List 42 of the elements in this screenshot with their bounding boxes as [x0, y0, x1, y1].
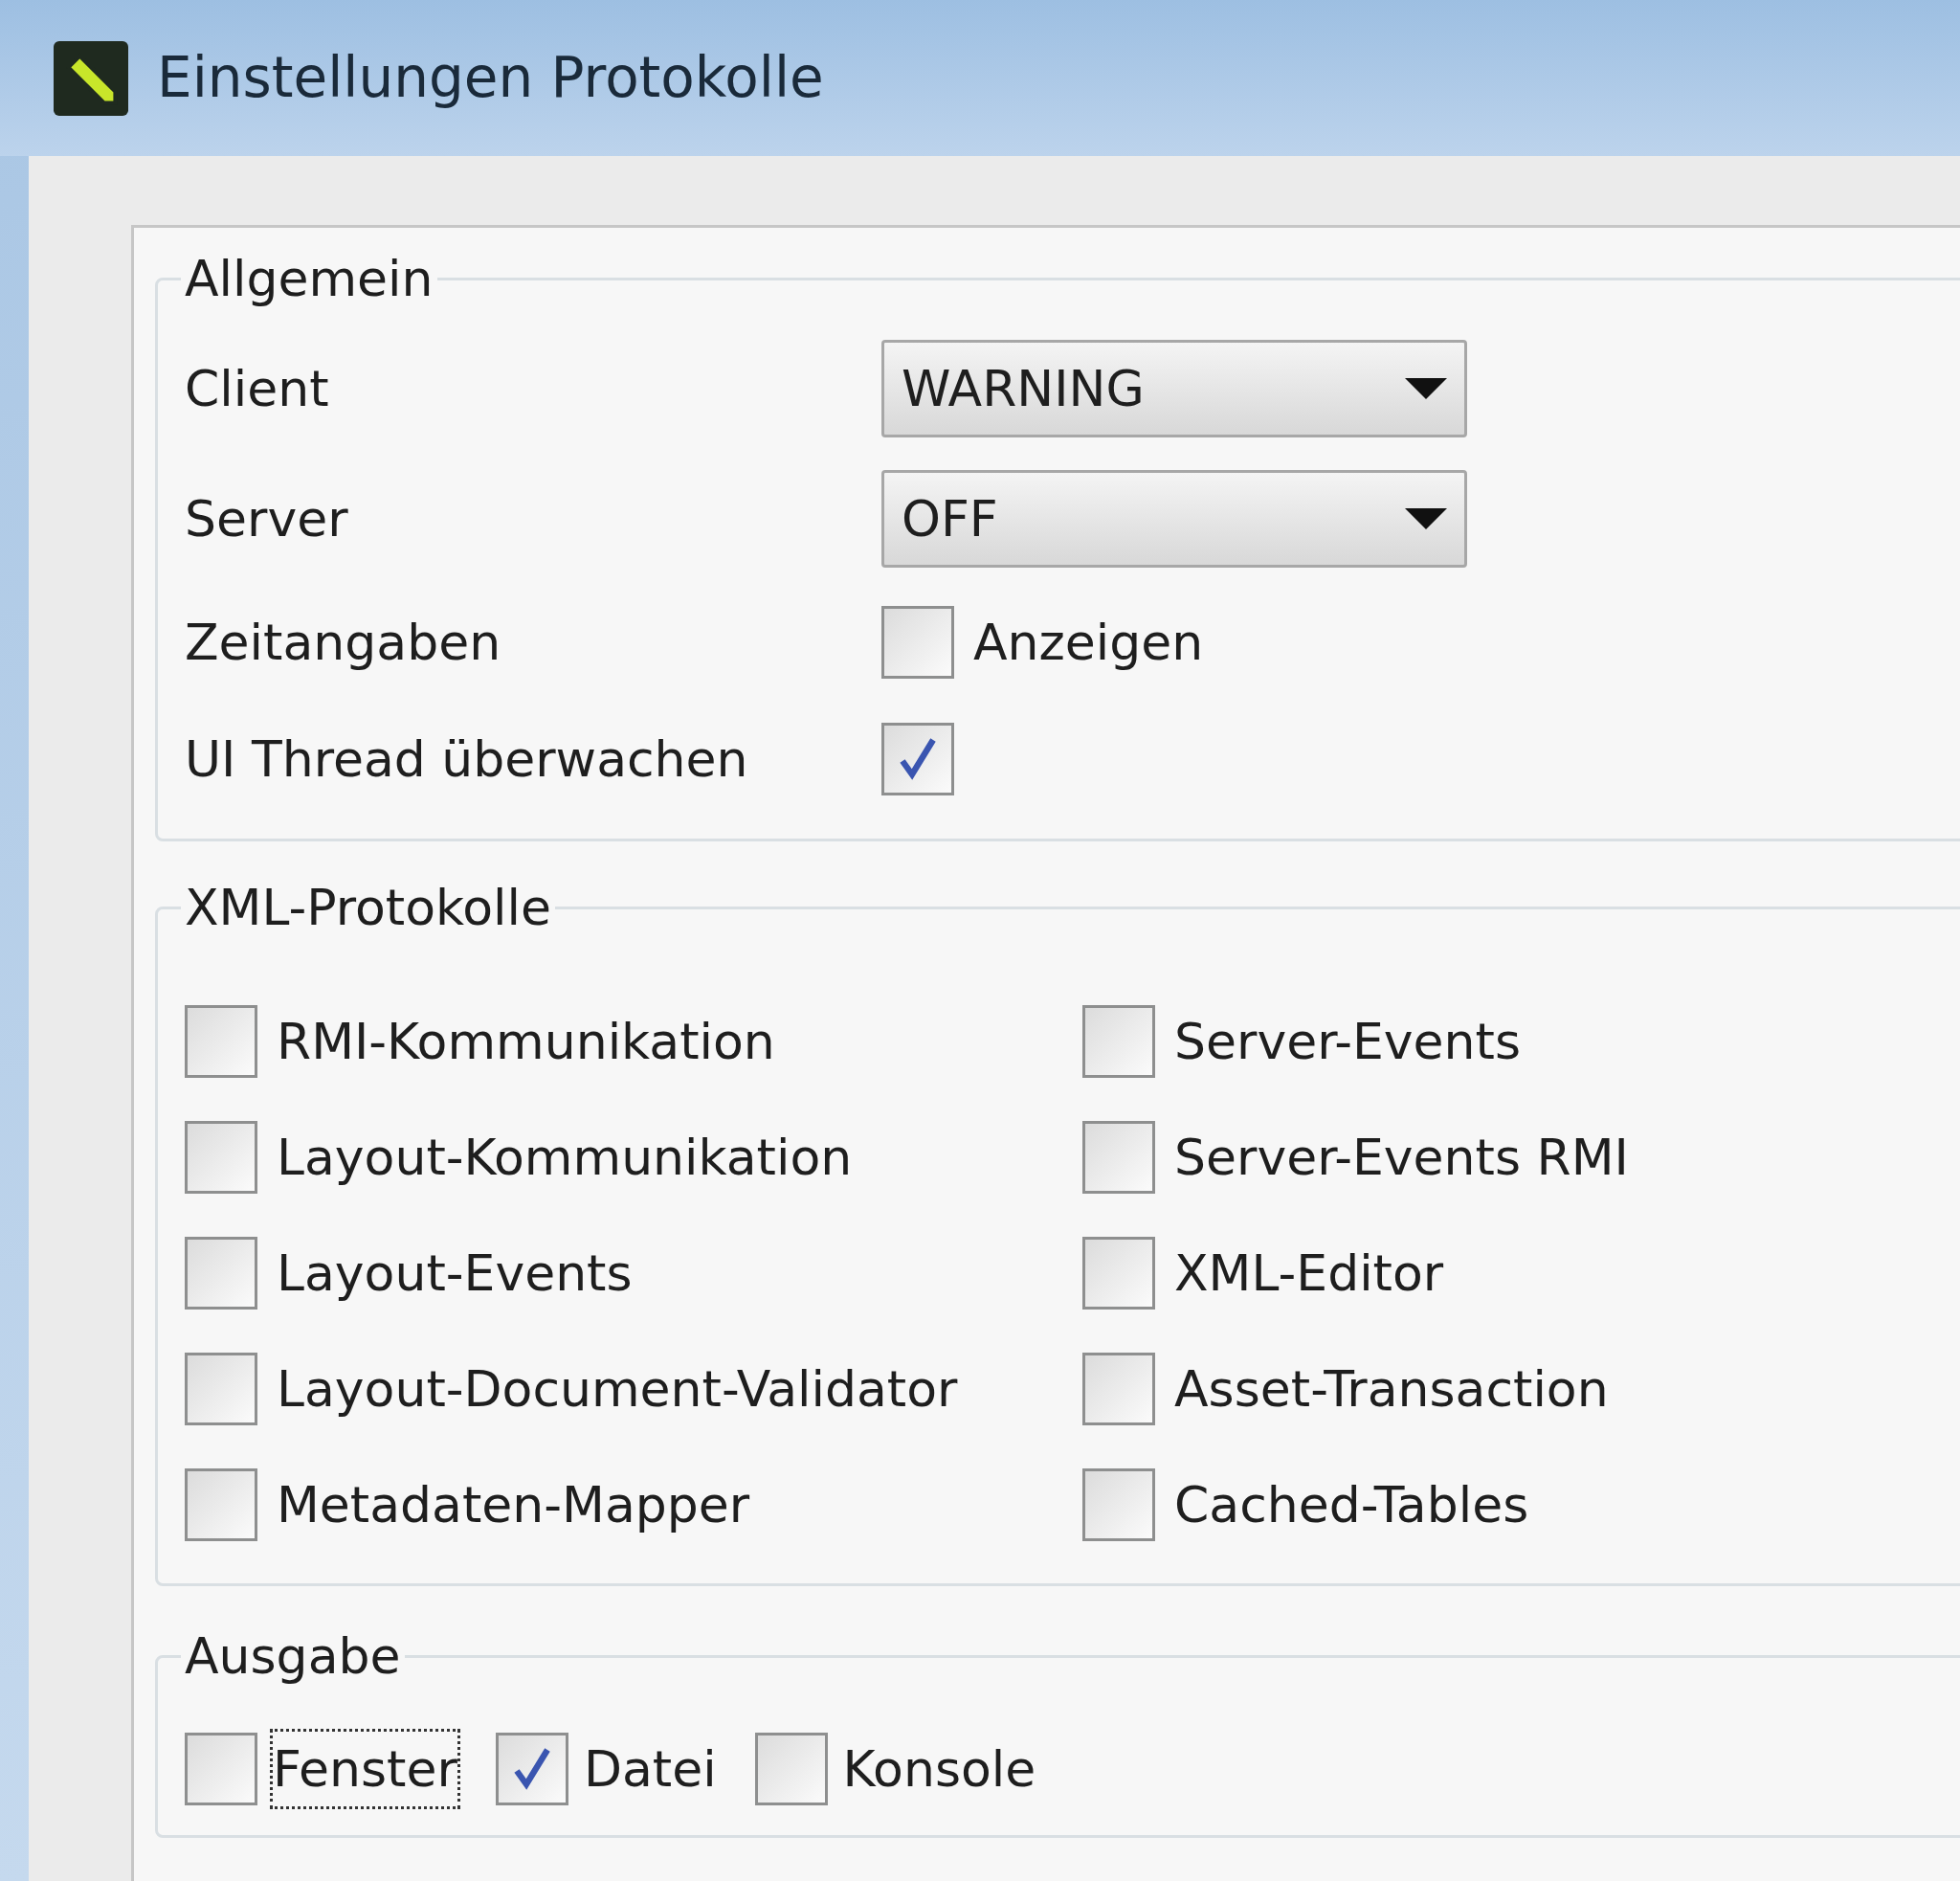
- checkbox[interactable]: [1082, 1004, 1155, 1078]
- checkbox-label: Konsole: [842, 1739, 1036, 1800]
- field-label: Server: [185, 489, 349, 549]
- checkbox[interactable]: [881, 723, 954, 795]
- checkbox-label: Asset-Transaction: [1174, 1358, 1609, 1420]
- group-legend: XML-Protokolle: [181, 870, 555, 945]
- caret-icon: [1405, 508, 1447, 529]
- checkbox-label: Server-Events RMI: [1174, 1127, 1629, 1188]
- field-label: UI Thread überwachen: [185, 729, 749, 790]
- window-title: Einstellungen Protokolle: [157, 44, 824, 112]
- checkbox-label: Layout-Kommunikation: [277, 1127, 853, 1188]
- dropdown[interactable]: OFF: [881, 470, 1467, 568]
- checkbox-label: Cached-Tables: [1174, 1474, 1529, 1535]
- checkbox[interactable]: [1082, 1120, 1155, 1194]
- checkbox[interactable]: [185, 1352, 257, 1425]
- field-label: Zeitangaben: [185, 613, 502, 673]
- pencil-icon: [54, 40, 128, 116]
- checkbox[interactable]: [1082, 1236, 1155, 1310]
- checkbox-label: Metadaten-Mapper: [277, 1474, 750, 1535]
- group-legend: Ausgabe: [181, 1619, 405, 1693]
- group-legend: Allgemein: [181, 241, 437, 316]
- checkbox-label: Layout-Document-Validator: [277, 1358, 958, 1420]
- checkbox[interactable]: [185, 1733, 257, 1805]
- checkbox-label: RMI-Kommunikation: [277, 1011, 775, 1072]
- checkbox[interactable]: [1082, 1352, 1155, 1425]
- checkbox[interactable]: [185, 1236, 257, 1310]
- checkbox[interactable]: [495, 1733, 568, 1805]
- checkbox[interactable]: [881, 606, 954, 679]
- caret-icon: [1405, 378, 1447, 399]
- checkbox[interactable]: [185, 1120, 257, 1194]
- checkbox-label: Layout-Events: [277, 1243, 633, 1304]
- checkbox[interactable]: [185, 1467, 257, 1541]
- checkbox-label: Anzeigen: [973, 613, 1204, 673]
- dropdown[interactable]: WARNING: [881, 340, 1467, 437]
- checkbox[interactable]: [185, 1004, 257, 1078]
- checkbox-label: Datei: [583, 1739, 717, 1800]
- checkbox-label: XML-Editor: [1174, 1243, 1444, 1304]
- checkbox-label: Fenster: [273, 1732, 457, 1806]
- checkbox[interactable]: [1082, 1467, 1155, 1541]
- checkbox-label: Server-Events: [1174, 1011, 1522, 1072]
- field-label: Client: [185, 359, 330, 419]
- checkbox[interactable]: [754, 1733, 828, 1805]
